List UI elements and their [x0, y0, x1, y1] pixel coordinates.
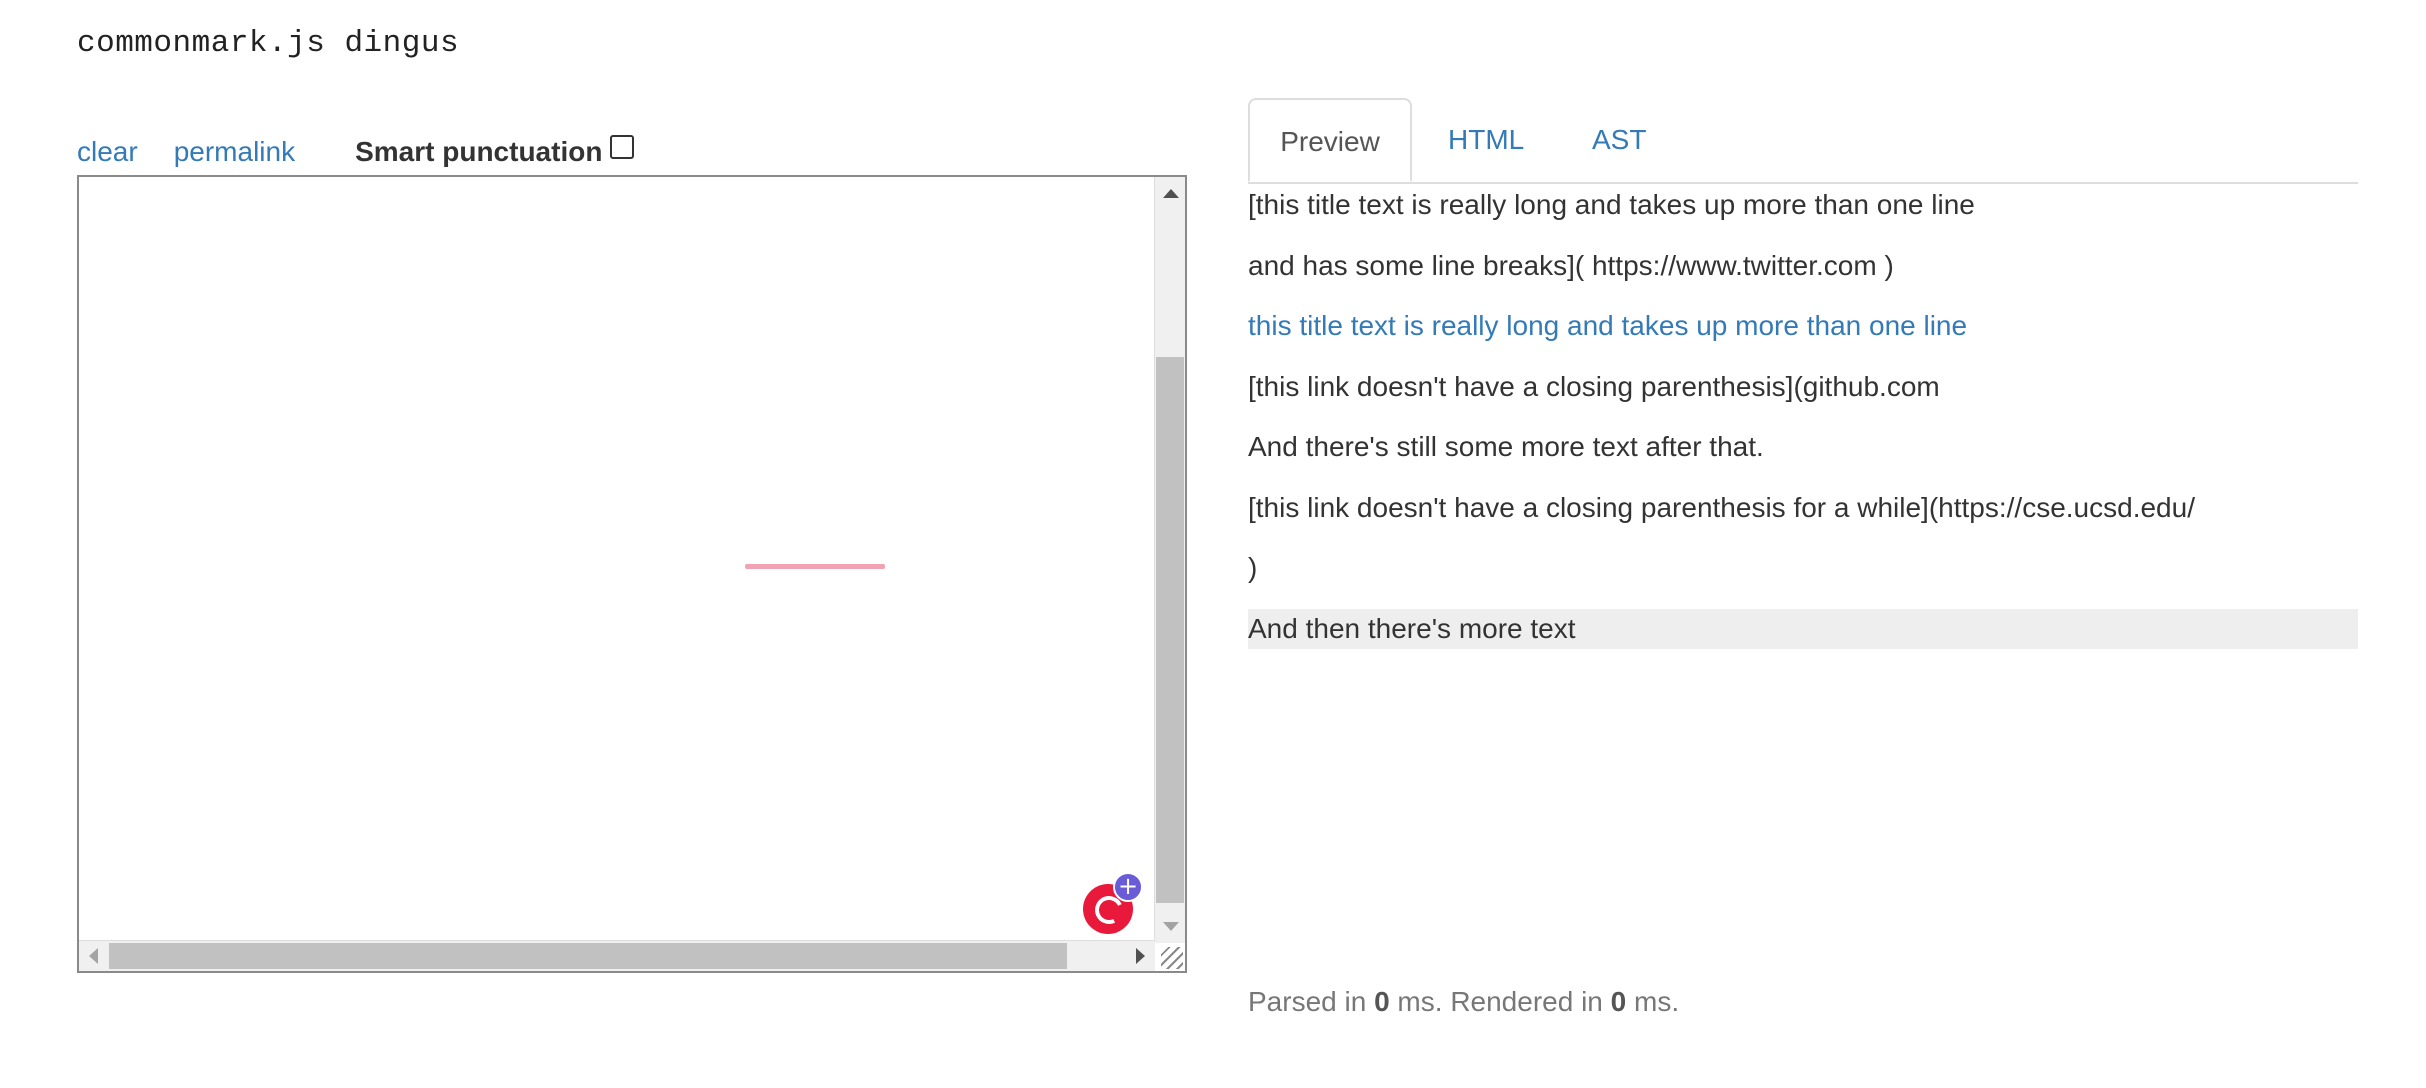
preview-paragraph: )	[1248, 552, 1258, 583]
horizontal-scrollbar[interactable]	[79, 940, 1155, 971]
preview-paragraph: [this title text is really long and take…	[1248, 189, 1975, 220]
smart-punctuation-checkbox[interactable]	[610, 135, 635, 159]
tab-ast[interactable]: AST	[1592, 98, 1646, 182]
tab-preview[interactable]: Preview	[1248, 98, 1412, 182]
horizontal-scroll-thumb[interactable]	[109, 943, 1067, 969]
tab-html[interactable]: HTML	[1448, 98, 1524, 182]
preview-link[interactable]: this title text is really long and takes…	[1248, 306, 2358, 346]
app-title: commonmark.js dingus	[77, 26, 460, 61]
markdown-editor[interactable]: )[this title text is really long and tak…	[77, 175, 1187, 973]
timing-status: Parsed in 0 ms. Rendered in 0 ms.	[1248, 986, 1679, 1018]
scroll-up-arrow-icon[interactable]	[1163, 189, 1179, 198]
rendered-ms: 0	[1610, 986, 1627, 1017]
preview-paragraph: and has some line breaks]( https://www.t…	[1248, 249, 1894, 281]
preview-paragraph: [this link doesn't have a closing parent…	[1248, 491, 2195, 523]
parsed-ms: 0	[1374, 986, 1390, 1017]
clear-link[interactable]: clear	[77, 136, 138, 168]
preview-paragraph: And there's still some more text after t…	[1248, 431, 1764, 462]
editor-toolbar: clear permalink Smart punctuation	[77, 134, 635, 170]
rendered-prefix: ms. Rendered in	[1389, 986, 1611, 1017]
scroll-down-arrow-icon[interactable]	[1163, 922, 1179, 931]
scroll-right-arrow-icon[interactable]	[1136, 948, 1145, 964]
smart-punctuation-label: Smart punctuation	[355, 136, 603, 167]
plus-icon: +	[1113, 872, 1143, 902]
preview-paragraph: [this link doesn't have a closing parent…	[1248, 370, 1940, 402]
preview-paragraph-highlighted: And then there's more text	[1248, 608, 2358, 649]
spellcheck-underline	[745, 564, 885, 569]
parsed-prefix: Parsed in	[1248, 986, 1375, 1017]
scroll-left-arrow-icon[interactable]	[89, 948, 98, 964]
permalink-link[interactable]: permalink	[174, 136, 295, 168]
grammar-extension-icon[interactable]: +	[1083, 872, 1143, 934]
vertical-scrollbar[interactable]	[1154, 177, 1185, 943]
timing-suffix: ms.	[1626, 986, 1680, 1017]
resize-handle-icon[interactable]	[1161, 947, 1183, 969]
output-tabs: Preview HTML AST	[1248, 98, 2358, 184]
vertical-scroll-thumb[interactable]	[1156, 357, 1184, 903]
